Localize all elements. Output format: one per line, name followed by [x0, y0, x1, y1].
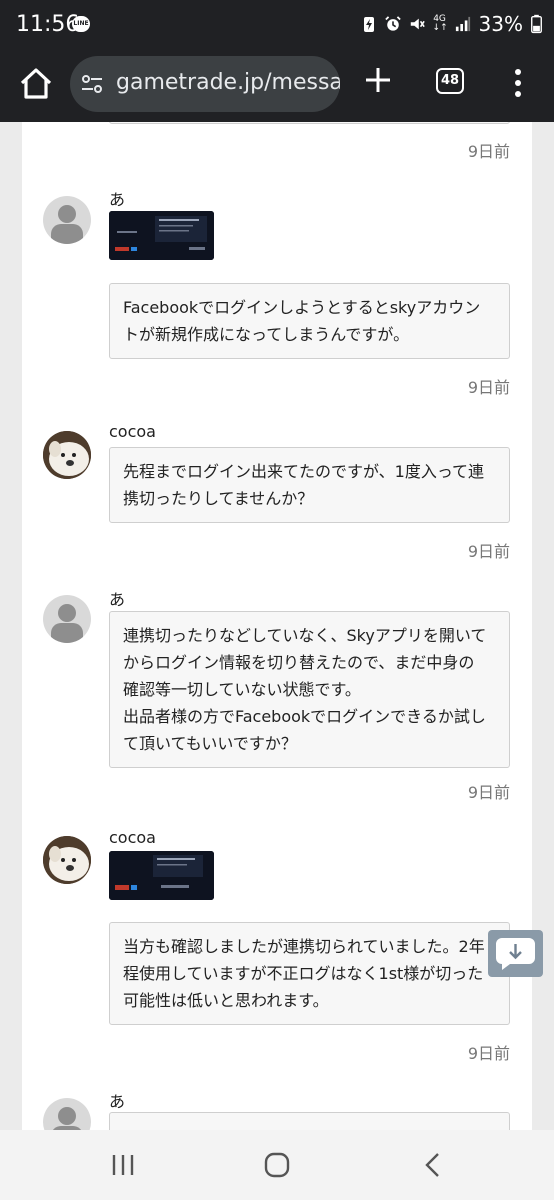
- url-text[interactable]: gametrade.jp/messa: [116, 70, 340, 95]
- status-icons: 4G ↓↑ 33%: [361, 12, 542, 36]
- sender-name: あ: [109, 1092, 126, 1111]
- dog-avatar: [43, 431, 91, 479]
- message-bubble: 先程までログイン出来てたのですが、1度入って連 携切ったりしてませんか？: [109, 447, 510, 523]
- back-icon[interactable]: [418, 1150, 448, 1180]
- screenshot-thumbnail-image: [109, 851, 214, 900]
- sender-name: あ: [109, 190, 126, 209]
- battery-icon: [531, 14, 542, 34]
- site-settings-icon[interactable]: [80, 72, 104, 96]
- message-bubble: [109, 1112, 510, 1130]
- battery-saver-icon: [363, 17, 374, 32]
- message-bubble: Facebookでログインしようとするとskyアカウン トが新規作成になってしま…: [109, 283, 510, 359]
- url-bar[interactable]: gametrade.jp/messa: [70, 56, 340, 112]
- message-bubble: 当方も確認しましたが連携切られていました。2年 程使用していますが不正ログはなく…: [109, 922, 510, 1025]
- line-icon: LINE: [72, 16, 90, 32]
- message-time: 9日前: [467, 783, 510, 802]
- new-tab-icon[interactable]: [362, 64, 394, 96]
- message-time: 9日前: [467, 378, 510, 397]
- alarm-icon: [384, 16, 401, 31]
- sender-name: cocoa: [109, 422, 156, 441]
- home-nav-icon[interactable]: [262, 1150, 292, 1180]
- browser-toolbar: gametrade.jp/messa 48: [0, 50, 554, 122]
- sender-name: あ: [109, 590, 126, 609]
- more-menu-icon[interactable]: [508, 68, 528, 98]
- signal-icon: [455, 16, 470, 32]
- battery-percent: 33%: [478, 12, 523, 36]
- dog-avatar: [43, 836, 91, 884]
- home-icon[interactable]: [16, 64, 56, 104]
- status-time: 11:56: [16, 12, 80, 37]
- message-time: 9日前: [467, 142, 510, 161]
- mute-icon: [410, 18, 425, 30]
- message-bubble: 連携切ったりなどしていなく、Skyアプリを開いて からログイン情報を切り替えたの…: [109, 611, 510, 768]
- image-thumbnail[interactable]: [109, 851, 214, 900]
- scroll-down-chat-icon: [496, 938, 535, 970]
- status-bar: 11:56 LINE 4G ↓↑ 33%: [0, 0, 554, 50]
- network-type: 4G ↓↑: [432, 14, 448, 33]
- screenshot-thumbnail-image: [109, 211, 214, 260]
- dog-avatar-image: [43, 836, 91, 884]
- message-time: 9日前: [467, 1044, 510, 1063]
- tab-switcher-button[interactable]: 48: [436, 68, 464, 94]
- system-nav-bar: [0, 1130, 554, 1200]
- image-thumbnail[interactable]: [109, 211, 214, 260]
- scroll-down-chat-button[interactable]: [488, 930, 543, 977]
- default-avatar-icon: [43, 196, 91, 244]
- message-time: 9日前: [467, 542, 510, 561]
- sender-name: cocoa: [109, 828, 156, 847]
- chat-content: 9日前 あ Facebookでログインしようとするとskyアカウン トが新規作成…: [0, 122, 554, 1130]
- recent-apps-icon[interactable]: [108, 1150, 138, 1180]
- dog-avatar-image: [43, 431, 91, 479]
- message-bubble: [109, 122, 510, 124]
- default-avatar-icon: [43, 595, 91, 643]
